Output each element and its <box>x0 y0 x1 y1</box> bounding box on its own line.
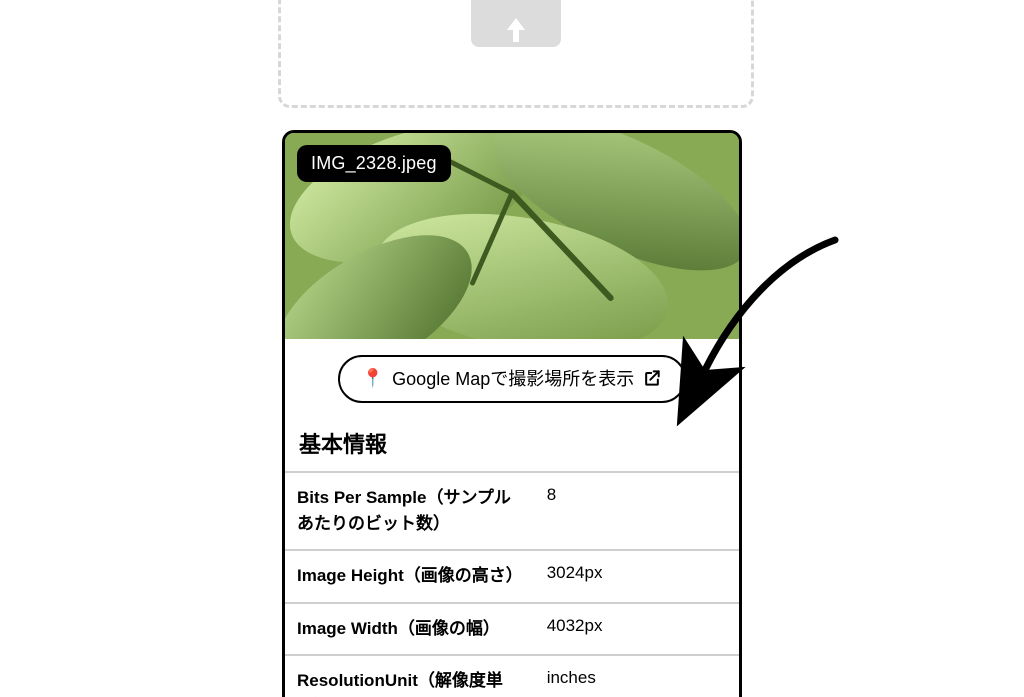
table-row: ResolutionUnit（解像度単位） inches <box>285 655 739 697</box>
table-row: Image Width（画像の幅） 4032px <box>285 603 739 656</box>
meta-label: Image Height（画像の高さ） <box>285 550 535 603</box>
image-preview: IMG_2328.jpeg <box>285 133 739 339</box>
google-map-button[interactable]: 📍 Google Mapで撮影場所を表示 <box>338 355 686 403</box>
meta-value: 8 <box>535 472 739 550</box>
meta-value: 3024px <box>535 550 739 603</box>
section-basic-info-title: 基本情報 <box>285 417 739 471</box>
upload-dropzone[interactable] <box>278 0 754 108</box>
meta-value: 4032px <box>535 603 739 656</box>
meta-label: Image Width（画像の幅） <box>285 603 535 656</box>
meta-label: ResolutionUnit（解像度単位） <box>285 655 535 697</box>
meta-label: Bits Per Sample（サンプルあたりのビット数） <box>285 472 535 550</box>
external-link-icon <box>642 368 662 388</box>
meta-value: inches <box>535 655 739 697</box>
table-row: Image Height（画像の高さ） 3024px <box>285 550 739 603</box>
image-result-card: IMG_2328.jpeg 📍 Google Mapで撮影場所を表示 基本情報 <box>282 130 742 697</box>
filename-chip: IMG_2328.jpeg <box>297 145 451 182</box>
pin-icon: 📍 <box>362 369 384 387</box>
google-map-button-label: Google Mapで撮影場所を表示 <box>392 365 634 391</box>
metadata-table: Bits Per Sample（サンプルあたりのビット数） 8 Image He… <box>285 471 739 697</box>
table-row: Bits Per Sample（サンプルあたりのビット数） 8 <box>285 472 739 550</box>
folder-upload-icon <box>471 0 561 47</box>
